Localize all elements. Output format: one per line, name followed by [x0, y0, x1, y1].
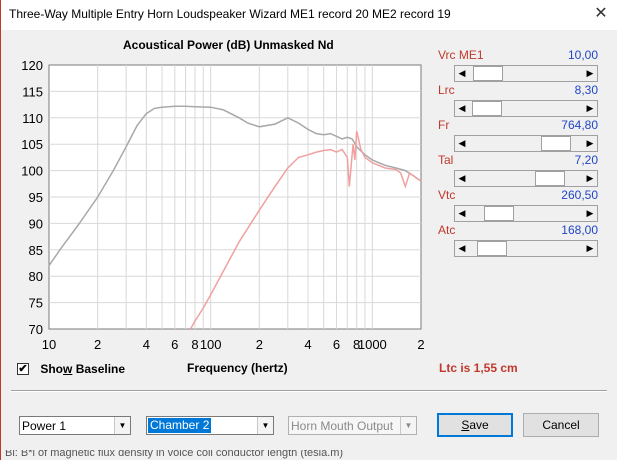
slider-value: 10,00 [567, 48, 598, 62]
scroll-thumb[interactable] [484, 206, 515, 221]
chevron-down-icon[interactable]: ▼ [257, 417, 273, 434]
chevron-down-icon: ▼ [400, 417, 416, 434]
slider-row-vrc: Vrc ME1 10,00 ◀ ▶ [438, 48, 600, 83]
acoustical-power-chart: 70758085909510010511011512010 2 4 6 8 100 2 4 6 8… [21, 58, 424, 352]
horn-output-select: Horn Mouth Output ▼ [288, 416, 417, 435]
y-tick-label: 85 [29, 243, 43, 258]
x-tick-label: 8 [191, 337, 198, 352]
y-tick-label: 75 [29, 296, 43, 311]
y-tick-label: 120 [21, 58, 43, 73]
horn-output-select-value: Horn Mouth Output [291, 419, 394, 433]
scroll-right-arrow-icon[interactable]: ▶ [583, 206, 597, 221]
power-select[interactable]: Power 1 ▼ [19, 416, 131, 435]
slider-value: 260,50 [561, 188, 598, 202]
scroll-left-arrow-icon[interactable]: ◀ [455, 136, 469, 151]
window-title: Three-Way Multiple Entry Horn Loudspeake… [9, 7, 451, 21]
chamber-select-value: Chamber 2 [148, 418, 212, 433]
x-tick-label: 2 [417, 337, 424, 352]
scroll-thumb[interactable] [541, 136, 572, 151]
scroll-thumb[interactable] [534, 171, 565, 186]
x-tick-label: 2 [94, 337, 101, 352]
slider-label: Tal [438, 153, 454, 167]
close-icon[interactable]: ✕ [590, 4, 612, 24]
vtc-scrollbar[interactable]: ◀ ▶ [454, 205, 598, 222]
scroll-thumb[interactable] [477, 241, 508, 256]
scroll-right-arrow-icon[interactable]: ▶ [583, 171, 597, 186]
x-tick-label: 4 [304, 337, 311, 352]
scroll-left-arrow-icon[interactable]: ◀ [455, 101, 469, 116]
chamber-select[interactable]: Chamber 2 ▼ [146, 416, 274, 435]
slider-label: Fr [438, 118, 450, 132]
parameter-sliders: Vrc ME1 10,00 ◀ ▶ Lrc 8,30 ◀ ▶ Fr 764,80… [438, 48, 600, 258]
show-baseline-row[interactable]: ✔ Show Baseline [17, 361, 126, 376]
y-tick-label: 115 [22, 84, 43, 99]
chart-title: Acoustical Power (dB) Unmasked Nd [123, 38, 334, 52]
fr-scrollbar[interactable]: ◀ ▶ [454, 135, 598, 152]
show-baseline-checkbox[interactable]: ✔ [17, 362, 29, 375]
scroll-right-arrow-icon[interactable]: ▶ [583, 136, 597, 151]
x-tick-label: 1000 [358, 337, 387, 352]
save-button[interactable]: Save [437, 413, 513, 437]
y-tick-label: 70 [29, 322, 43, 337]
slider-value: 8,30 [574, 83, 598, 97]
y-tick-label: 105 [21, 137, 43, 152]
power-select-value: Power 1 [22, 419, 67, 433]
scroll-left-arrow-icon[interactable]: ◀ [455, 171, 469, 186]
divider [11, 390, 607, 392]
vrc-scrollbar[interactable]: ◀ ▶ [454, 65, 598, 82]
scroll-thumb[interactable] [472, 101, 503, 116]
scroll-left-arrow-icon[interactable]: ◀ [455, 241, 469, 256]
scroll-left-arrow-icon[interactable]: ◀ [455, 66, 469, 81]
x-tick-label: 2 [256, 337, 263, 352]
show-baseline-label: Show Baseline [40, 361, 126, 376]
x-tick-label: 10 [42, 337, 56, 352]
x-tick-label: 6 [333, 337, 340, 352]
y-tick-label: 80 [29, 269, 43, 284]
x-axis-label: Frequency (hertz) [187, 361, 288, 375]
wizard-window: Three-Way Multiple Entry Horn Loudspeake… [0, 0, 617, 460]
slider-value: 7,20 [574, 153, 598, 167]
slider-row-lrc: Lrc 8,30 ◀ ▶ [438, 83, 600, 118]
lrc-scrollbar[interactable]: ◀ ▶ [454, 100, 598, 117]
scroll-right-arrow-icon[interactable]: ▶ [583, 101, 597, 116]
slider-row-fr: Fr 764,80 ◀ ▶ [438, 118, 600, 153]
tal-scrollbar[interactable]: ◀ ▶ [454, 170, 598, 187]
slider-label: Vrc ME1 [438, 48, 484, 62]
slider-value: 764,80 [561, 118, 598, 132]
scroll-right-arrow-icon[interactable]: ▶ [583, 66, 597, 81]
chevron-down-icon[interactable]: ▼ [114, 417, 130, 434]
status-text: Bl: B*l of magnetic flux density in voic… [5, 450, 344, 459]
y-tick-label: 110 [22, 111, 43, 126]
status-strip: Bl: B*l of magnetic flux density in voic… [1, 450, 617, 460]
ltc-readout: Ltc is 1,55 cm [439, 361, 518, 375]
slider-label: Vtc [438, 188, 456, 202]
scroll-left-arrow-icon[interactable]: ◀ [455, 206, 469, 221]
slider-label: Lrc [438, 83, 455, 97]
cancel-button[interactable]: Cancel [523, 413, 599, 437]
y-tick-label: 95 [29, 190, 43, 205]
x-tick-label: 4 [143, 337, 150, 352]
x-tick-label: 100 [200, 337, 222, 352]
atc-scrollbar[interactable]: ◀ ▶ [454, 240, 598, 257]
x-tick-label: 6 [171, 337, 178, 352]
scroll-thumb[interactable] [473, 66, 504, 81]
scroll-right-arrow-icon[interactable]: ▶ [583, 241, 597, 256]
title-bar: Three-Way Multiple Entry Horn Loudspeake… [1, 0, 617, 30]
y-tick-label: 100 [21, 164, 43, 179]
slider-row-tal: Tal 7,20 ◀ ▶ [438, 153, 600, 188]
slider-row-atc: Atc 168,00 ◀ ▶ [438, 223, 600, 258]
slider-value: 168,00 [561, 223, 598, 237]
slider-label: Atc [438, 223, 456, 237]
y-tick-label: 90 [29, 216, 43, 231]
slider-row-vtc: Vtc 260,50 ◀ ▶ [438, 188, 600, 223]
